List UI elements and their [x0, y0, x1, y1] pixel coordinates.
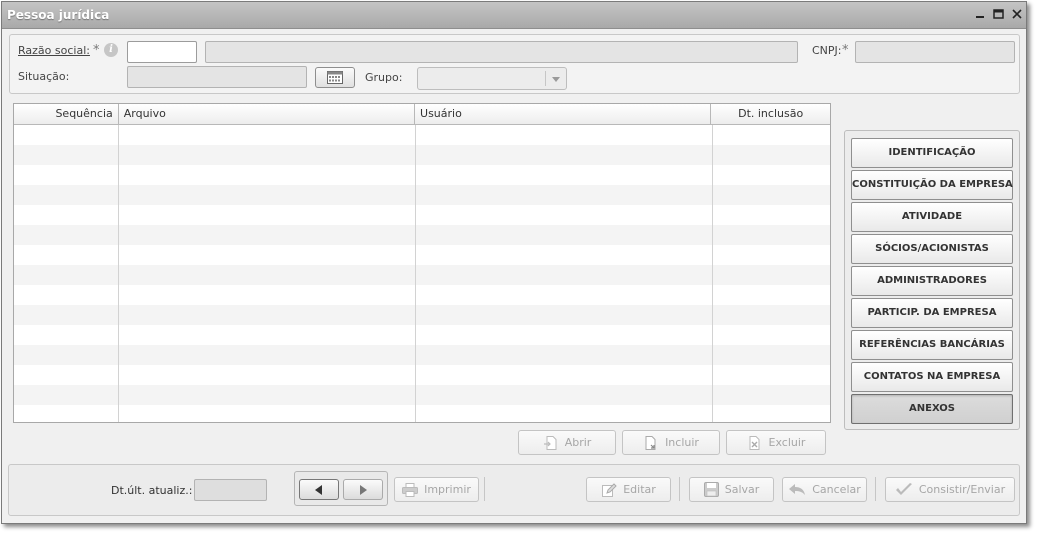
window-title: Pessoa jurídica [7, 8, 110, 22]
cnpj-field [855, 41, 1015, 63]
attachments-table: Sequência Arquivo Usuário Dt. inclusão [13, 103, 831, 423]
table-row[interactable] [14, 345, 830, 365]
add-file-icon [645, 435, 656, 450]
razao-social-name-field [205, 41, 798, 63]
checkmark-icon [895, 482, 912, 495]
delete-file-icon [749, 435, 760, 450]
razao-required-mark: * [93, 43, 100, 58]
toolbar-divider [484, 477, 485, 501]
consistir-enviar-button[interactable]: Consistir/Enviar [885, 477, 1015, 502]
column-divider [415, 125, 416, 422]
tab-particip-da-empresa[interactable]: PARTICIP. DA EMPRESA [851, 298, 1013, 328]
table-row[interactable] [14, 225, 830, 245]
incluir-label: Incluir [665, 436, 699, 449]
cnpj-label: CNPJ: [812, 44, 842, 57]
razao-social-label: Razão social: [18, 44, 90, 57]
column-header-sequencia[interactable]: Sequência [14, 104, 119, 125]
situacao-label: Situação: [18, 70, 70, 83]
chevron-down-icon [552, 77, 560, 82]
calendar-button[interactable] [315, 67, 355, 88]
grupo-label: Grupo: [365, 71, 403, 84]
previous-record-button[interactable] [299, 479, 339, 500]
grupo-select-divider [545, 71, 546, 86]
tab-contatos-na-empresa[interactable]: CONTATOS NA EMPRESA [851, 362, 1013, 392]
excluir-label: Excluir [768, 436, 806, 449]
tab-socios-acionistas[interactable]: SÓCIOS/ACIONISTAS [851, 234, 1013, 264]
table-row[interactable] [14, 385, 830, 405]
table-row[interactable] [14, 145, 830, 165]
section-tabs-panel: IDENTIFICAÇÃO CONSTITUIÇÃO DA EMPRESA AT… [844, 130, 1020, 430]
calendar-icon [327, 71, 343, 84]
edit-icon [602, 482, 617, 497]
consistir-enviar-label: Consistir/Enviar [918, 483, 1006, 496]
column-divider [712, 125, 713, 422]
table-row[interactable] [14, 285, 830, 305]
column-header-arquivo[interactable]: Arquivo [119, 104, 416, 125]
grupo-select[interactable] [417, 67, 567, 90]
table-row[interactable] [14, 125, 830, 145]
column-header-usuario[interactable]: Usuário [415, 104, 712, 125]
close-icon[interactable] [1010, 7, 1024, 21]
footer-toolbar: Dt.últ. atualiz.: Imprimir Editar Salvar… [8, 464, 1020, 516]
tab-referencias-bancarias[interactable]: REFERÊNCIAS BANCÁRIAS [851, 330, 1013, 360]
open-file-icon [543, 435, 557, 450]
tab-anexos[interactable]: ANEXOS [851, 394, 1013, 424]
printer-icon [402, 482, 419, 497]
save-disk-icon [703, 482, 719, 497]
editar-label: Editar [623, 483, 656, 496]
column-header-dt-inclusao[interactable]: Dt. inclusão [711, 104, 830, 125]
imprimir-label: Imprimir [424, 483, 471, 496]
last-update-field [194, 479, 267, 501]
triangle-right-icon [360, 484, 367, 495]
title-bar: Pessoa jurídica [2, 2, 1026, 29]
maximize-icon[interactable] [991, 7, 1005, 21]
toolbar-divider [679, 477, 680, 501]
cancelar-button[interactable]: Cancelar [782, 477, 867, 502]
abrir-button[interactable]: Abrir [518, 430, 616, 455]
abrir-label: Abrir [564, 436, 592, 449]
excluir-button[interactable]: Excluir [726, 430, 826, 455]
imprimir-button[interactable]: Imprimir [394, 477, 479, 502]
table-row[interactable] [14, 325, 830, 345]
table-header: Sequência Arquivo Usuário Dt. inclusão [14, 104, 830, 125]
record-navigation [294, 471, 388, 506]
editar-button[interactable]: Editar [586, 477, 671, 502]
incluir-button[interactable]: Incluir [622, 430, 720, 455]
minimize-icon[interactable] [973, 7, 987, 21]
column-divider [118, 125, 119, 422]
table-row[interactable] [14, 185, 830, 205]
tab-atividade[interactable]: ATIVIDADE [851, 202, 1013, 232]
table-row[interactable] [14, 245, 830, 265]
tab-identificacao[interactable]: IDENTIFICAÇÃO [851, 138, 1013, 168]
razao-social-code-input[interactable] [127, 41, 197, 63]
cancelar-label: Cancelar [812, 483, 861, 496]
table-body [14, 125, 830, 422]
salvar-button[interactable]: Salvar [689, 477, 774, 502]
toolbar-divider [875, 477, 876, 501]
tab-administradores[interactable]: ADMINISTRADORES [851, 266, 1013, 296]
table-row[interactable] [14, 265, 830, 285]
salvar-label: Salvar [724, 483, 760, 496]
last-update-label: Dt.últ. atualiz.: [111, 484, 193, 497]
situacao-field [127, 66, 307, 88]
table-row[interactable] [14, 405, 830, 422]
undo-icon [789, 483, 806, 495]
table-row[interactable] [14, 305, 830, 325]
table-row[interactable] [14, 165, 830, 185]
cnpj-required-mark: * [842, 43, 849, 58]
pessoa-juridica-window: Pessoa jurídica Razão social: * i CNPJ: … [1, 1, 1027, 524]
info-icon[interactable]: i [104, 43, 118, 57]
table-row[interactable] [14, 205, 830, 225]
table-row[interactable] [14, 365, 830, 385]
header-form-panel: Razão social: * i CNPJ: * Situação: Grup… [9, 34, 1020, 94]
triangle-left-icon [315, 484, 322, 495]
next-record-button[interactable] [343, 479, 383, 500]
tab-constituicao-da-empresa[interactable]: CONSTITUIÇÃO DA EMPRESA [851, 170, 1013, 200]
